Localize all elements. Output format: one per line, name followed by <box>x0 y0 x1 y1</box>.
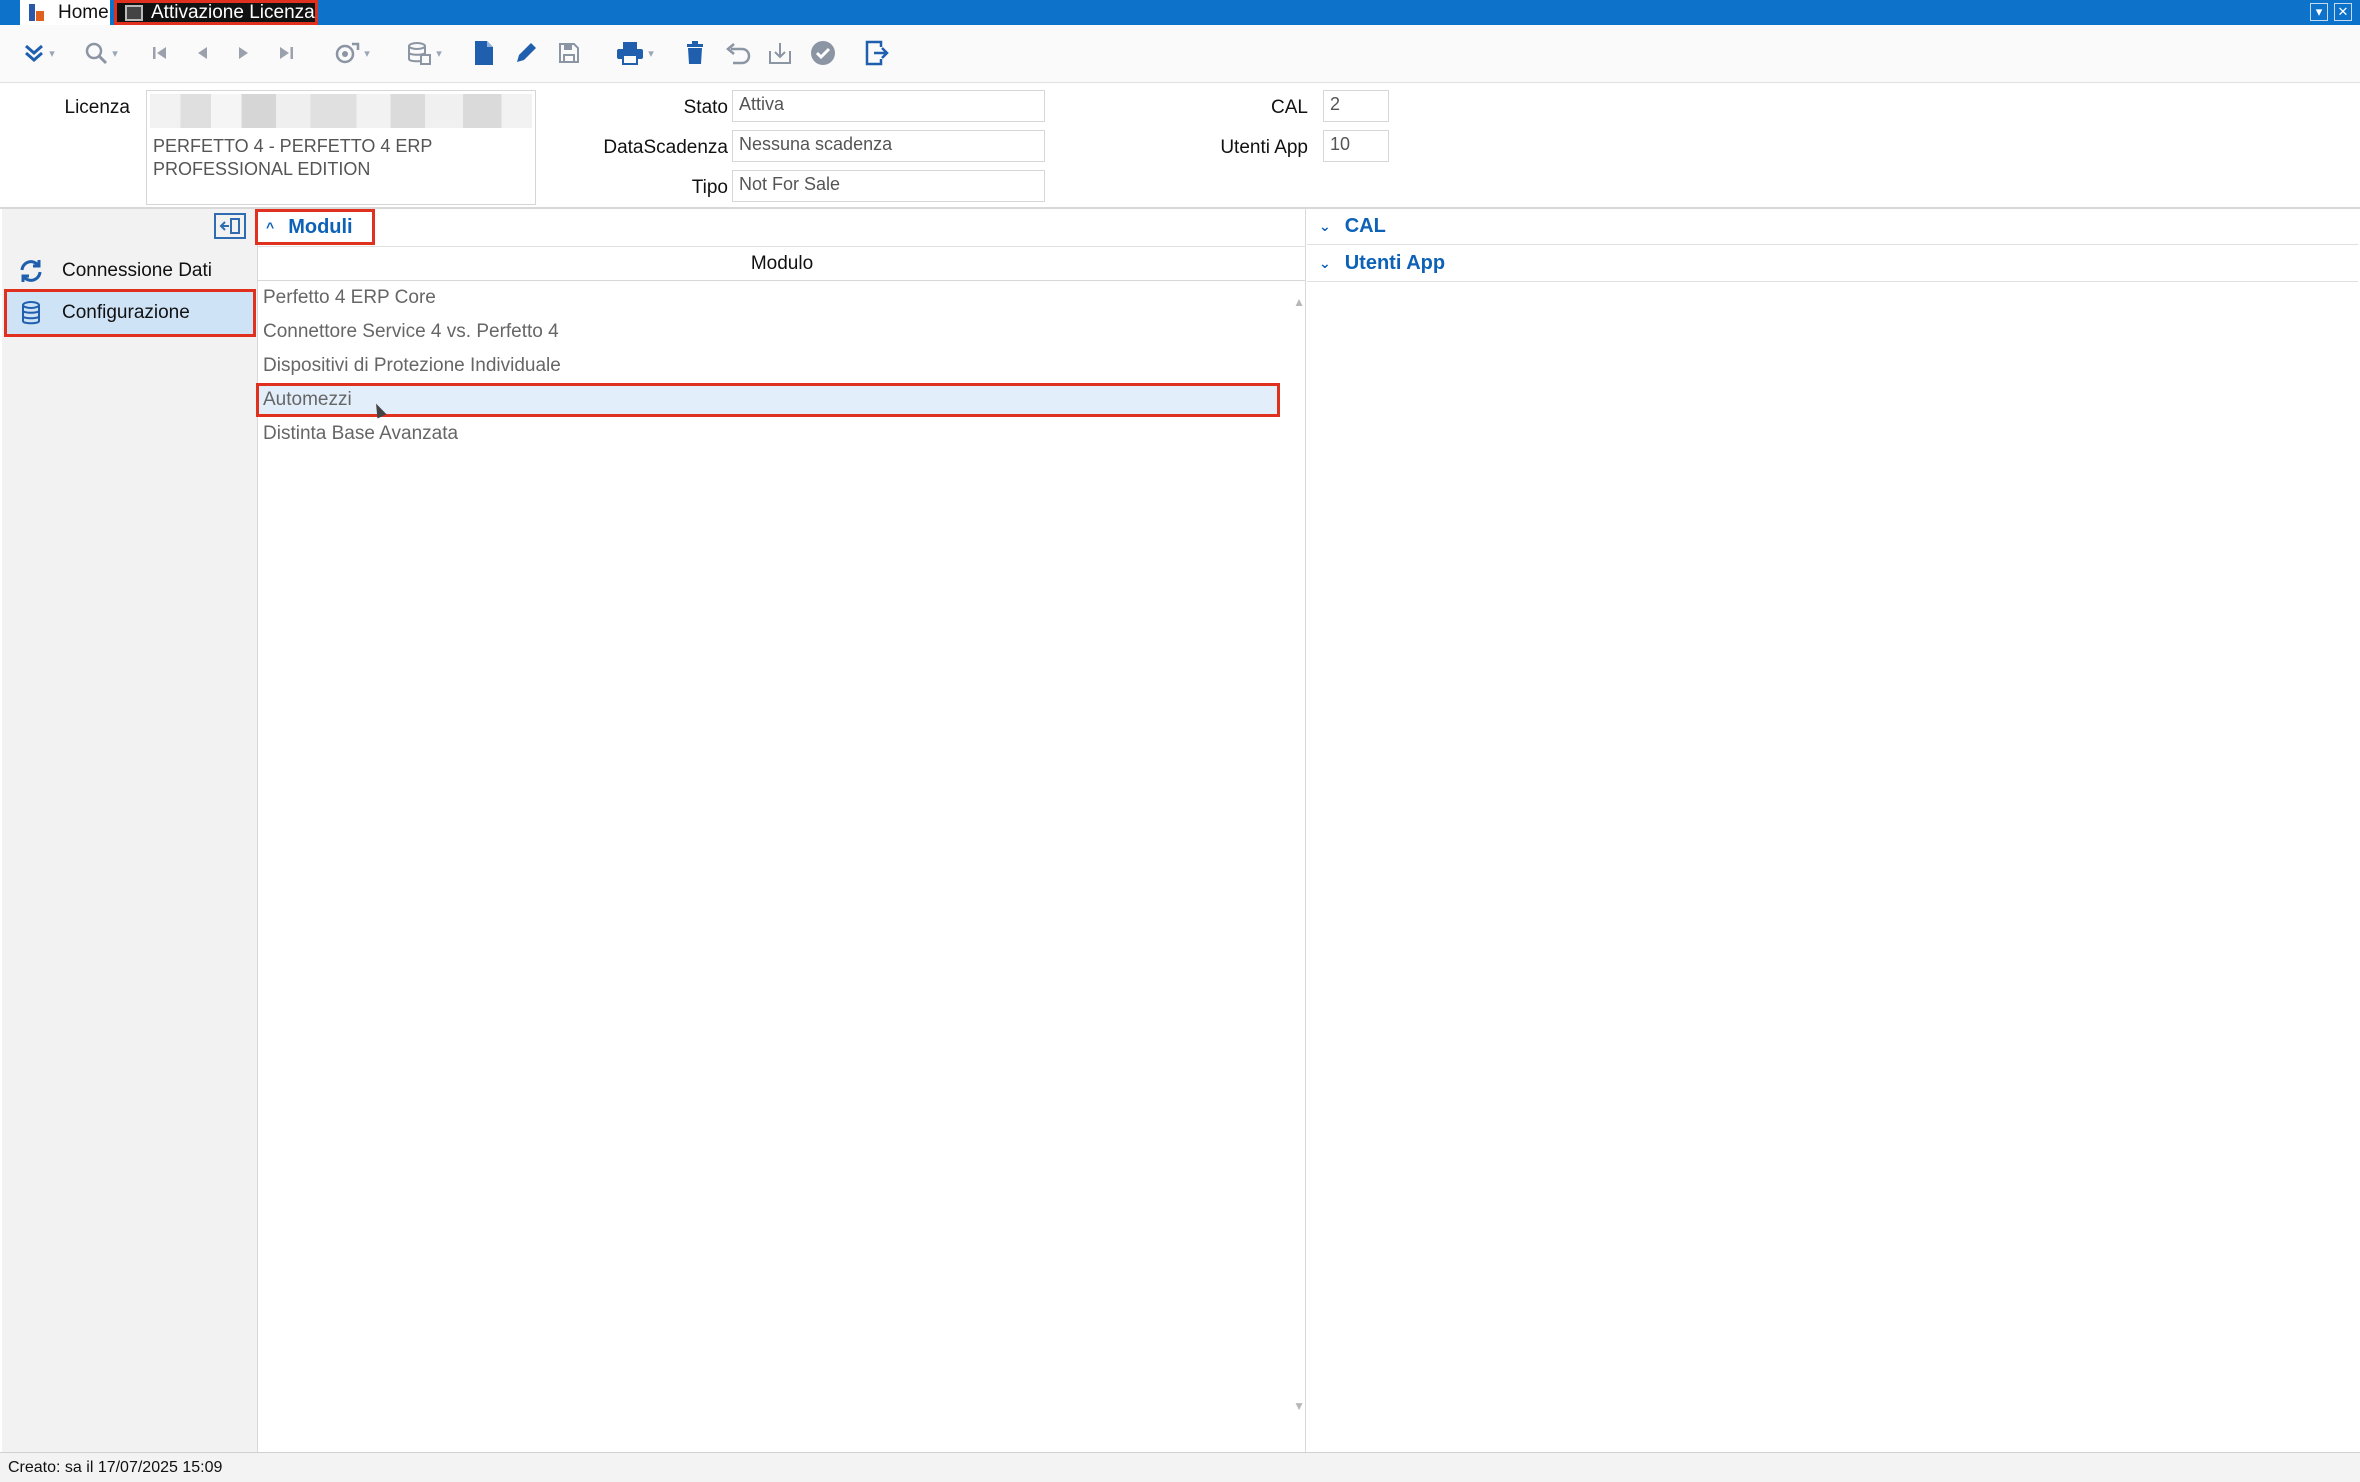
edit-button[interactable] <box>510 35 542 71</box>
moduli-section-toggle[interactable]: ^ Moduli <box>255 209 375 245</box>
sidebar: Connessione Dati Configurazione <box>2 209 258 1452</box>
cal-field[interactable]: 2 <box>1323 90 1389 122</box>
stato-field[interactable]: Attiva <box>732 90 1045 122</box>
database-actions-button[interactable]: ▾ <box>398 35 450 71</box>
table-row[interactable]: Connettore Service 4 vs. Perfetto 4 <box>258 315 1306 349</box>
datascadenza-field[interactable]: Nessuna scadenza <box>732 130 1045 162</box>
cal-section-toggle[interactable]: ⌄ CAL <box>1307 209 2358 245</box>
delete-button[interactable] <box>680 35 710 71</box>
right-panel: ⌄ CAL ⌄ Utenti App <box>1307 209 2358 1452</box>
print-button[interactable]: ▾ <box>608 35 662 71</box>
sidebar-item-connessione-dati[interactable]: Connessione Dati <box>4 247 256 295</box>
import-icon <box>769 43 791 64</box>
window-icon <box>125 4 143 21</box>
licenza-label: Licenza <box>64 97 131 118</box>
table-row[interactable]: Distinta Base Avanzata <box>258 417 1306 451</box>
datascadenza-label: DataScadenza <box>603 137 728 158</box>
collapse-sidebar-button[interactable] <box>214 213 246 239</box>
status-bar: Creato: sa il 17/07/2025 15:09 <box>0 1452 2360 1482</box>
printer-icon <box>617 42 644 65</box>
utenti-app-label: Utenti App <box>1220 137 1308 158</box>
table-row-selected[interactable]: Automezzi <box>256 383 1280 419</box>
new-document-icon <box>475 41 493 65</box>
toolbar: ▾ ▾ ▾ ▾ ▾ <box>0 25 2360 83</box>
chevron-up-icon: ^ <box>266 219 275 235</box>
utenti-app-field[interactable]: 10 <box>1323 130 1389 162</box>
last-record-button[interactable] <box>272 35 300 71</box>
check-circle-icon <box>811 41 835 65</box>
scroll-down-icon[interactable]: ▼ <box>1293 1399 1305 1413</box>
tipo-label: Tipo <box>691 177 728 198</box>
moduli-header: ^ Moduli <box>255 209 1306 247</box>
licenza-description: PERFETTO 4 - PERFETTO 4 ERP PROFESSIONAL… <box>153 136 433 179</box>
column-header-modulo[interactable]: Modulo <box>258 247 1306 281</box>
moduli-panel: ^ Moduli Modulo Perfetto 4 ERP Core Conn… <box>255 209 1306 1452</box>
table-row[interactable]: Perfetto 4 ERP Core <box>258 281 1306 315</box>
undo-button[interactable] <box>722 35 754 71</box>
sidebar-item-label: Connessione Dati <box>62 260 212 281</box>
search-button[interactable]: ▾ <box>76 35 126 71</box>
database-report-icon <box>408 42 432 65</box>
title-bar: Home Attivazione Licenza ▾ ✕ <box>0 0 2360 25</box>
tab-active-label: Attivazione Licenza <box>151 1 315 23</box>
tab-home-label: Home <box>58 1 109 23</box>
minimize-icon[interactable]: ▾ <box>2310 3 2328 21</box>
undo-icon <box>726 43 751 65</box>
save-icon <box>559 43 579 63</box>
cal-section-title: CAL <box>1344 215 1386 237</box>
main-area: Connessione Dati Configurazione ^ Moduli… <box>0 207 2360 1452</box>
sidebar-item-label: Configurazione <box>62 302 190 323</box>
moduli-title: Moduli <box>288 215 353 238</box>
new-document-button[interactable] <box>468 35 500 71</box>
last-record-icon <box>280 47 293 59</box>
licenza-field[interactable]: PERFETTO 4 - PERFETTO 4 ERP PROFESSIONAL… <box>146 90 536 205</box>
first-record-button[interactable] <box>146 35 174 71</box>
gear-process-icon <box>335 42 360 64</box>
exit-button[interactable] <box>861 35 893 71</box>
utenti-app-section-title: Utenti App <box>1344 252 1446 274</box>
chevron-down-icon: ⌄ <box>1319 218 1331 234</box>
search-icon <box>85 42 108 65</box>
trash-icon <box>687 41 703 64</box>
database-icon <box>16 298 46 328</box>
confirm-button[interactable] <box>807 35 839 71</box>
sidebar-item-configurazione[interactable]: Configurazione <box>4 289 256 337</box>
double-chevron-down-icon <box>25 44 44 62</box>
scroll-up-icon[interactable]: ▲ <box>1293 295 1305 309</box>
table-row[interactable]: Dispositivi di Protezione Individuale <box>258 349 1306 383</box>
exit-icon <box>865 40 889 66</box>
licenza-key-redacted <box>150 94 532 128</box>
app-logo-icon <box>26 3 46 23</box>
expand-menu-button[interactable]: ▾ <box>14 35 64 71</box>
chevron-down-icon: ⌄ <box>1319 255 1331 271</box>
next-record-icon <box>239 47 248 59</box>
tab-home[interactable]: Home <box>20 0 110 25</box>
moduli-list: Perfetto 4 ERP Core Connettore Service 4… <box>256 281 1306 451</box>
mouse-cursor-icon <box>371 401 387 419</box>
next-record-button[interactable] <box>230 35 258 71</box>
close-icon[interactable]: ✕ <box>2334 3 2352 21</box>
previous-record-icon <box>198 47 207 59</box>
process-button[interactable]: ▾ <box>326 35 378 71</box>
collapse-left-icon <box>219 218 240 234</box>
row-label: Automezzi <box>263 389 352 410</box>
save-button[interactable] <box>553 35 585 71</box>
utenti-app-section-toggle[interactable]: ⌄ Utenti App <box>1307 246 2358 282</box>
import-button[interactable] <box>764 35 796 71</box>
window-controls: ▾ ✕ <box>2310 3 2352 21</box>
pencil-icon <box>517 43 536 62</box>
status-text: Creato: sa il 17/07/2025 15:09 <box>8 1458 223 1476</box>
cal-label: CAL <box>1271 97 1308 118</box>
first-record-icon <box>153 47 166 59</box>
tipo-field[interactable]: Not For Sale <box>732 170 1045 202</box>
previous-record-button[interactable] <box>188 35 216 71</box>
sync-icon <box>16 256 46 286</box>
stato-label: Stato <box>683 97 728 118</box>
tab-attivazione-licenza[interactable]: Attivazione Licenza <box>114 0 318 25</box>
